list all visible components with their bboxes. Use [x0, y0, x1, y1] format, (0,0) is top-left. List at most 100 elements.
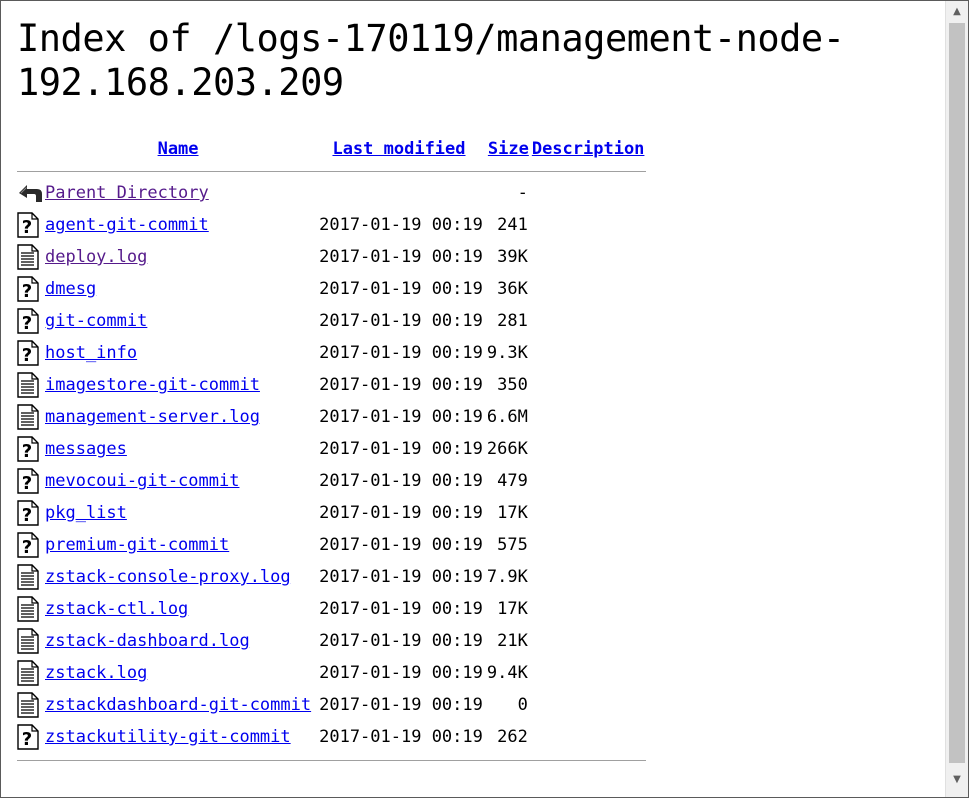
file-row[interactable]: ? zstackutility-git-commit 2017-01-19 00:1… [17, 721, 646, 753]
file-row[interactable]: ? premium-git-commit 2017-01-19 00:19 575 [17, 529, 646, 561]
size-value: 36K [497, 279, 528, 299]
file-link[interactable]: dmesg [45, 279, 96, 299]
file-row[interactable]: deploy.log 2017-01-19 00:19 39K [17, 241, 646, 273]
scrollbar-thumb[interactable] [949, 23, 965, 763]
file-link[interactable]: pkg_list [45, 503, 127, 523]
svg-text:?: ? [22, 313, 32, 334]
last-modified-value: 2017-01-19 00:19 [319, 535, 483, 555]
file-row[interactable]: zstack-ctl.log 2017-01-19 00:19 17K [17, 593, 646, 625]
file-link[interactable]: git-commit [45, 311, 147, 331]
description-value [532, 305, 647, 337]
file-row[interactable]: ? mevocoui-git-commit 2017-01-19 00:19 479 [17, 465, 646, 497]
unknown-file-icon: ? [17, 276, 39, 302]
file-link[interactable]: management-server.log [45, 407, 260, 427]
text-file-icon [17, 628, 39, 654]
file-row[interactable]: ? dmesg 2017-01-19 00:19 36K [17, 273, 646, 305]
last-modified-value: 2017-01-19 00:19 [319, 599, 483, 619]
file-link[interactable]: agent-git-commit [45, 215, 209, 235]
description-value [532, 561, 647, 593]
description-header: Description [532, 133, 647, 165]
back-arrow-icon [17, 180, 42, 206]
file-row[interactable]: management-server.log 2017-01-19 00:19 6.6… [17, 401, 646, 433]
last-modified-value: 2017-01-19 00:19 [319, 503, 483, 523]
description-value [532, 369, 647, 401]
unknown-file-icon: ? [17, 532, 39, 558]
icon-header [17, 133, 43, 165]
description-value [532, 529, 647, 561]
size-value: 350 [497, 375, 528, 395]
last-modified-value: 2017-01-19 00:19 [319, 215, 483, 235]
file-link[interactable]: premium-git-commit [45, 535, 229, 555]
scroll-up-arrow-icon[interactable]: ▲ [946, 3, 968, 21]
table-header-row: Name Last modified Size Description [17, 133, 646, 165]
file-link[interactable]: zstack-ctl.log [45, 599, 188, 619]
description-value [532, 593, 647, 625]
file-row[interactable]: imagestore-git-commit 2017-01-19 00:19 350 [17, 369, 646, 401]
file-link[interactable]: mevocoui-git-commit [45, 471, 239, 491]
divider-line [17, 759, 647, 761]
last-modified-value: 2017-01-19 00:19 [319, 727, 483, 747]
size-value: 241 [497, 215, 528, 235]
svg-text:?: ? [22, 345, 32, 366]
file-link[interactable]: zstack.log [45, 663, 147, 683]
last-modified-value: 2017-01-19 00:19 [319, 375, 483, 395]
file-row[interactable]: ? host_info 2017-01-19 00:19 9.3K [17, 337, 646, 369]
svg-text:?: ? [22, 217, 32, 238]
file-row[interactable]: zstack-console-proxy.log 2017-01-19 00:19… [17, 561, 646, 593]
size-value: 0 [517, 695, 528, 715]
unknown-file-icon: ? [17, 500, 39, 526]
file-link[interactable]: deploy.log [45, 247, 147, 267]
file-link[interactable]: zstackdashboard-git-commit [45, 695, 311, 715]
unknown-file-icon: ? [17, 308, 39, 334]
last-modified-value: 2017-01-19 00:19 [319, 567, 483, 587]
svg-text:?: ? [22, 281, 32, 302]
file-link[interactable]: host_info [45, 343, 137, 363]
svg-text:?: ? [22, 441, 32, 462]
vertical-scrollbar[interactable]: ▲ ▼ [945, 1, 968, 797]
last-modified-value: 2017-01-19 00:19 [319, 695, 483, 715]
description-value [532, 689, 647, 721]
unknown-file-icon: ? [17, 212, 39, 238]
file-row[interactable]: ? agent-git-commit 2017-01-19 00:19 241 [17, 209, 646, 241]
sort-by-last-modified-link[interactable]: Last modified [332, 139, 465, 159]
name-header: Name [43, 133, 313, 165]
last-modified-value: 2017-01-19 00:19 [319, 631, 483, 651]
file-row[interactable]: zstack.log 2017-01-19 00:19 9.4K [17, 657, 646, 689]
last-modified-value: 2017-01-19 00:19 [319, 343, 483, 363]
sort-by-size-link[interactable]: Size [488, 139, 529, 159]
size-value: 281 [497, 311, 528, 331]
file-row[interactable]: zstack-dashboard.log 2017-01-19 00:19 21K [17, 625, 646, 657]
svg-text:?: ? [22, 537, 32, 558]
file-link[interactable]: zstackutility-git-commit [45, 727, 291, 747]
unknown-file-icon: ? [17, 468, 39, 494]
parent-directory-row[interactable]: Parent Directory - [17, 177, 646, 209]
file-link[interactable]: zstack-console-proxy.log [45, 567, 291, 587]
size-value: 7.9K [486, 567, 528, 587]
description-value [532, 497, 647, 529]
description-value [532, 337, 647, 369]
parent-directory-link[interactable]: Parent Directory [45, 183, 209, 203]
description-value [532, 721, 647, 753]
svg-text:?: ? [22, 473, 32, 494]
last-modified-value: 2017-01-19 00:19 [319, 471, 483, 491]
text-file-icon [17, 692, 39, 718]
file-link[interactable]: imagestore-git-commit [45, 375, 260, 395]
sort-by-description-link[interactable]: Description [532, 139, 645, 159]
text-file-icon [17, 244, 39, 270]
text-file-icon [17, 564, 39, 590]
last-modified-value: 2017-01-19 00:19 [319, 407, 483, 427]
file-row[interactable]: ? pkg_list 2017-01-19 00:19 17K [17, 497, 646, 529]
file-row[interactable]: ? git-commit 2017-01-19 00:19 281 [17, 305, 646, 337]
file-row[interactable]: zstackdashboard-git-commit 2017-01-19 00:… [17, 689, 646, 721]
file-link[interactable]: zstack-dashboard.log [45, 631, 250, 651]
file-link[interactable]: messages [45, 439, 127, 459]
scroll-down-arrow-icon[interactable]: ▼ [946, 771, 968, 789]
size-value: 9.4K [486, 663, 528, 683]
size-header: Size [485, 133, 532, 165]
browser-window: Index of /logs-170119/management-node-19… [0, 0, 969, 798]
last-modified-header: Last modified [313, 133, 485, 165]
text-file-icon [17, 404, 39, 430]
file-row[interactable]: ? messages 2017-01-19 00:19 266K [17, 433, 646, 465]
sort-by-name-link[interactable]: Name [158, 139, 199, 159]
text-file-icon [17, 372, 39, 398]
